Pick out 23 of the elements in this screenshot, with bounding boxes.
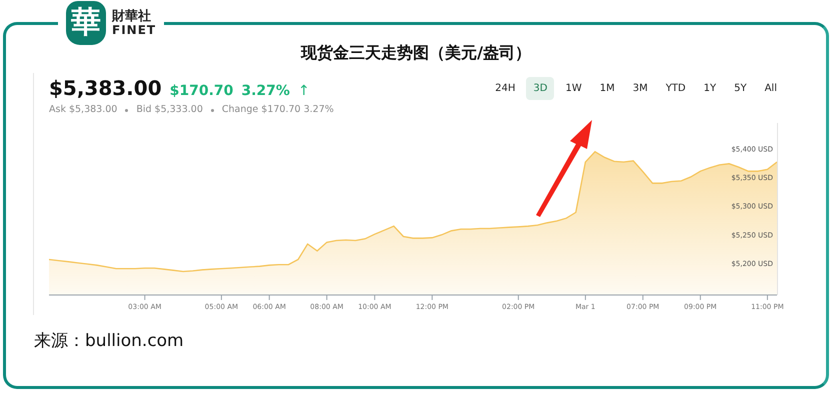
chart-title: 现货金三天走势图（美元/盎司）	[300, 42, 532, 64]
up-arrow-icon: ↑	[298, 81, 310, 102]
quote-detail: Ask $5,383.00	[49, 103, 118, 117]
bullet-icon	[210, 108, 214, 112]
range-tab[interactable]: 24H	[488, 77, 522, 100]
range-tab[interactable]: 5Y	[727, 77, 754, 100]
logo-name: 財華社	[112, 10, 152, 24]
percent-change: 3.27%	[241, 82, 290, 101]
logo-latin-name: FINET	[112, 24, 156, 36]
range-tab[interactable]: YTD	[658, 77, 693, 100]
price-change: $170.70	[170, 82, 234, 101]
range-tab[interactable]: 1Y	[696, 77, 724, 100]
logo-mark: 華	[66, 1, 106, 45]
range-tab[interactable]: 3M	[626, 77, 655, 100]
range-tab[interactable]: 1W	[558, 77, 589, 100]
source-note: 来源：bullion.com	[34, 330, 185, 354]
quote-detail: Bid $5,333.00	[136, 103, 203, 117]
range-tab[interactable]: 1M	[592, 77, 622, 100]
quote-detail: Change $170.70 3.27%	[222, 103, 334, 117]
bullet-icon	[125, 108, 128, 112]
range-tab[interactable]: All	[758, 77, 784, 100]
range-tab[interactable]: 3D	[526, 77, 554, 100]
price: $5,383.00	[49, 75, 162, 102]
